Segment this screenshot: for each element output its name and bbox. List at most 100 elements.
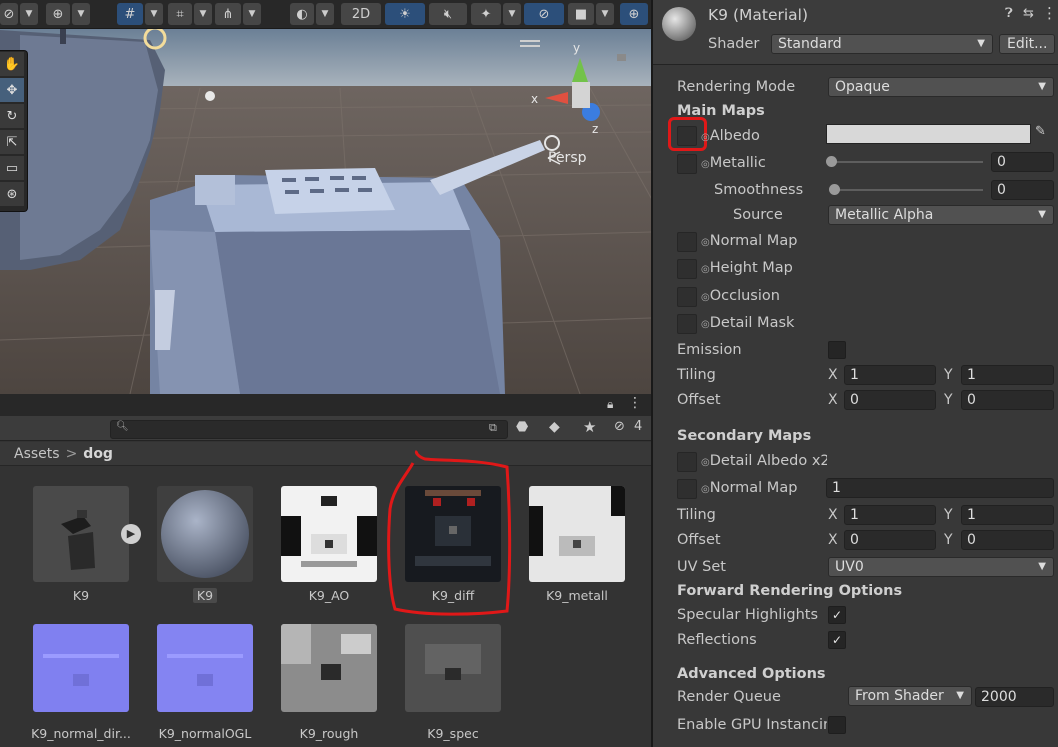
2d-toggle-button[interactable]: 2D [341, 3, 381, 25]
tiling-x-field[interactable]: 1 [844, 365, 936, 385]
breadcrumb-root[interactable]: Assets [14, 446, 60, 462]
offset-x-field[interactable]: 0 [844, 390, 936, 410]
albedo-color-field[interactable] [826, 124, 1031, 144]
eyedropper-icon[interactable]: ✎ [1035, 124, 1046, 139]
height-map-slot[interactable] [677, 259, 697, 279]
globe-icon[interactable]: ⊕ [46, 3, 70, 25]
camera-icon[interactable]: ■ [568, 3, 594, 25]
metallic-value-field[interactable]: 0 [991, 152, 1054, 172]
scene-view[interactable]: y x z Persp ⊘ ▼ ⊕ ▼ # ▼ ⌗ ▼ ⋔ ▼ ◐ ▼ 2D ☀… [0, 0, 651, 394]
detail-albedo-slot[interactable] [677, 452, 697, 472]
rect-tool-icon[interactable]: ▭ [0, 156, 24, 180]
gizmos-icon[interactable]: ⊕ [620, 3, 648, 25]
transform-tool-icon[interactable]: ⊛ [0, 182, 24, 206]
offset-y-field[interactable]: 0 [961, 390, 1054, 410]
scale-tool-icon[interactable]: ⇱ [0, 130, 24, 154]
search-mode-icon[interactable]: ⧉ [489, 421, 497, 435]
hidden-packages-icon[interactable]: ⊘ [614, 419, 625, 434]
move-tool-icon[interactable]: ✥ [0, 78, 24, 102]
grid-snap-icon[interactable]: # [117, 3, 143, 25]
lock-icon[interactable]: 🔒︎ [607, 397, 613, 412]
lighting-toggle-icon[interactable]: ☀ [385, 3, 425, 25]
asset-k9-material[interactable]: K9 [145, 478, 255, 608]
normal-map-slot[interactable] [677, 232, 697, 252]
secondary-normal-scale-field[interactable]: 1 [826, 478, 1054, 498]
preset-icon[interactable]: ⇆ [1023, 6, 1034, 21]
expand-icon[interactable]: ▶ [121, 524, 141, 544]
asset-k9-normalogl[interactable]: K9_normalOGL [145, 616, 255, 746]
material-header: K9 (Material) ❓︎ ⇆ ⋮ Shader Standard ▼ Ed… [653, 0, 1058, 65]
secondary-tiling-x-field[interactable]: 1 [844, 505, 936, 525]
asset-k9-ao[interactable]: K9_AO [269, 478, 379, 608]
effects-dropdown[interactable]: ▼ [503, 3, 521, 25]
gpu-instancing-checkbox[interactable] [828, 716, 846, 734]
shader-dropdown[interactable]: Standard ▼ [771, 34, 993, 54]
smoothness-slider-knob[interactable] [829, 184, 840, 195]
pivot-dropdown[interactable]: ▼ [72, 3, 90, 25]
more-options-icon[interactable]: ⋮ [628, 395, 642, 411]
scene-visibility-icon[interactable]: ⊘ [524, 3, 564, 25]
camera-dropdown[interactable]: ▼ [596, 3, 614, 25]
gizmo-y-label: y [573, 41, 580, 55]
rendering-mode-dropdown[interactable]: Opaque ▼ [828, 77, 1054, 97]
emission-checkbox[interactable] [828, 341, 846, 359]
ruler-icon[interactable]: ⋔ [215, 3, 241, 25]
offset-y-label: Y [944, 392, 953, 408]
smoothness-value-field[interactable]: 0 [991, 180, 1054, 200]
texture-picker-icon[interactable]: ◎ [701, 292, 710, 303]
secondary-offset-x-field[interactable]: 0 [844, 530, 936, 550]
effects-icon[interactable]: ✦ [471, 3, 501, 25]
breadcrumb-current[interactable]: dog [83, 446, 113, 462]
source-dropdown[interactable]: Metallic Alpha ▼ [828, 205, 1054, 225]
texture-picker-icon[interactable]: ◎ [701, 264, 710, 275]
metallic-texture-slot[interactable] [677, 154, 697, 174]
texture-picker-icon[interactable]: ◎ [701, 457, 710, 468]
detail-mask-slot[interactable] [677, 314, 697, 334]
filter-by-type-icon[interactable]: ⬣ [516, 419, 528, 435]
smoothness-slider[interactable] [834, 189, 983, 191]
hand-tool-icon[interactable]: ✋ [0, 52, 24, 76]
scene-viewport[interactable]: y x z [0, 0, 651, 394]
render-queue-mode-dropdown[interactable]: From Shader ▼ [848, 686, 972, 706]
rotate-tool-icon[interactable]: ↻ [0, 104, 24, 128]
asset-k9-model[interactable]: ▶ K9 [21, 478, 141, 608]
reflections-checkbox[interactable]: ✓ [828, 631, 846, 649]
draw-mode-icon[interactable]: ⊘ [0, 3, 18, 25]
metallic-slider[interactable] [831, 161, 983, 163]
search-input[interactable]: 🔍︎ ⧉ [110, 420, 508, 439]
render-queue-value-field[interactable]: 2000 [975, 687, 1054, 707]
specular-highlights-checkbox[interactable]: ✓ [828, 606, 846, 624]
shading-mode-dropdown[interactable]: ▼ [316, 3, 334, 25]
draw-mode-dropdown[interactable]: ▼ [20, 3, 38, 25]
secondary-tiling-y-field[interactable]: 1 [961, 505, 1054, 525]
asset-k9-rough[interactable]: K9_rough [269, 616, 379, 746]
texture-picker-icon[interactable]: ◎ [701, 484, 710, 495]
perspective-label[interactable]: Persp [548, 150, 587, 166]
ruler-dropdown[interactable]: ▼ [243, 3, 261, 25]
lock-icon[interactable] [617, 54, 626, 61]
snap-increment-icon[interactable]: ⌗ [168, 3, 192, 25]
secondary-offset-y-field[interactable]: 0 [961, 530, 1054, 550]
secondary-normal-map-slot[interactable] [677, 479, 697, 499]
asset-k9-spec[interactable]: K9_spec [393, 616, 503, 746]
help-icon[interactable]: ❓︎ [1005, 6, 1013, 21]
texture-picker-icon[interactable]: ◎ [701, 132, 710, 143]
texture-picker-icon[interactable]: ◎ [701, 237, 710, 248]
asset-k9-metall[interactable]: K9_metall [517, 478, 627, 608]
asset-k9-normal-dir[interactable]: K9_normal_dir... [21, 616, 131, 746]
inspector-panel: K9 (Material) ❓︎ ⇆ ⋮ Shader Standard ▼ Ed… [651, 0, 1058, 747]
more-options-icon[interactable]: ⋮ [1042, 4, 1057, 22]
grid-snap-dropdown[interactable]: ▼ [145, 3, 163, 25]
metallic-slider-knob[interactable] [826, 156, 837, 167]
shading-mode-icon[interactable]: ◐ [290, 3, 314, 25]
favorites-icon[interactable]: ★ [583, 418, 596, 436]
edit-shader-button[interactable]: Edit... [999, 34, 1055, 54]
uv-set-dropdown[interactable]: UV0 ▼ [828, 557, 1054, 577]
filter-by-label-icon[interactable]: ◆ [549, 419, 560, 435]
snap-increment-dropdown[interactable]: ▼ [194, 3, 212, 25]
texture-picker-icon[interactable]: ◎ [701, 159, 710, 170]
audio-toggle-icon[interactable]: 🔇︎ [429, 3, 467, 25]
texture-picker-icon[interactable]: ◎ [701, 319, 710, 330]
tiling-y-field[interactable]: 1 [961, 365, 1054, 385]
occlusion-slot[interactable] [677, 287, 697, 307]
